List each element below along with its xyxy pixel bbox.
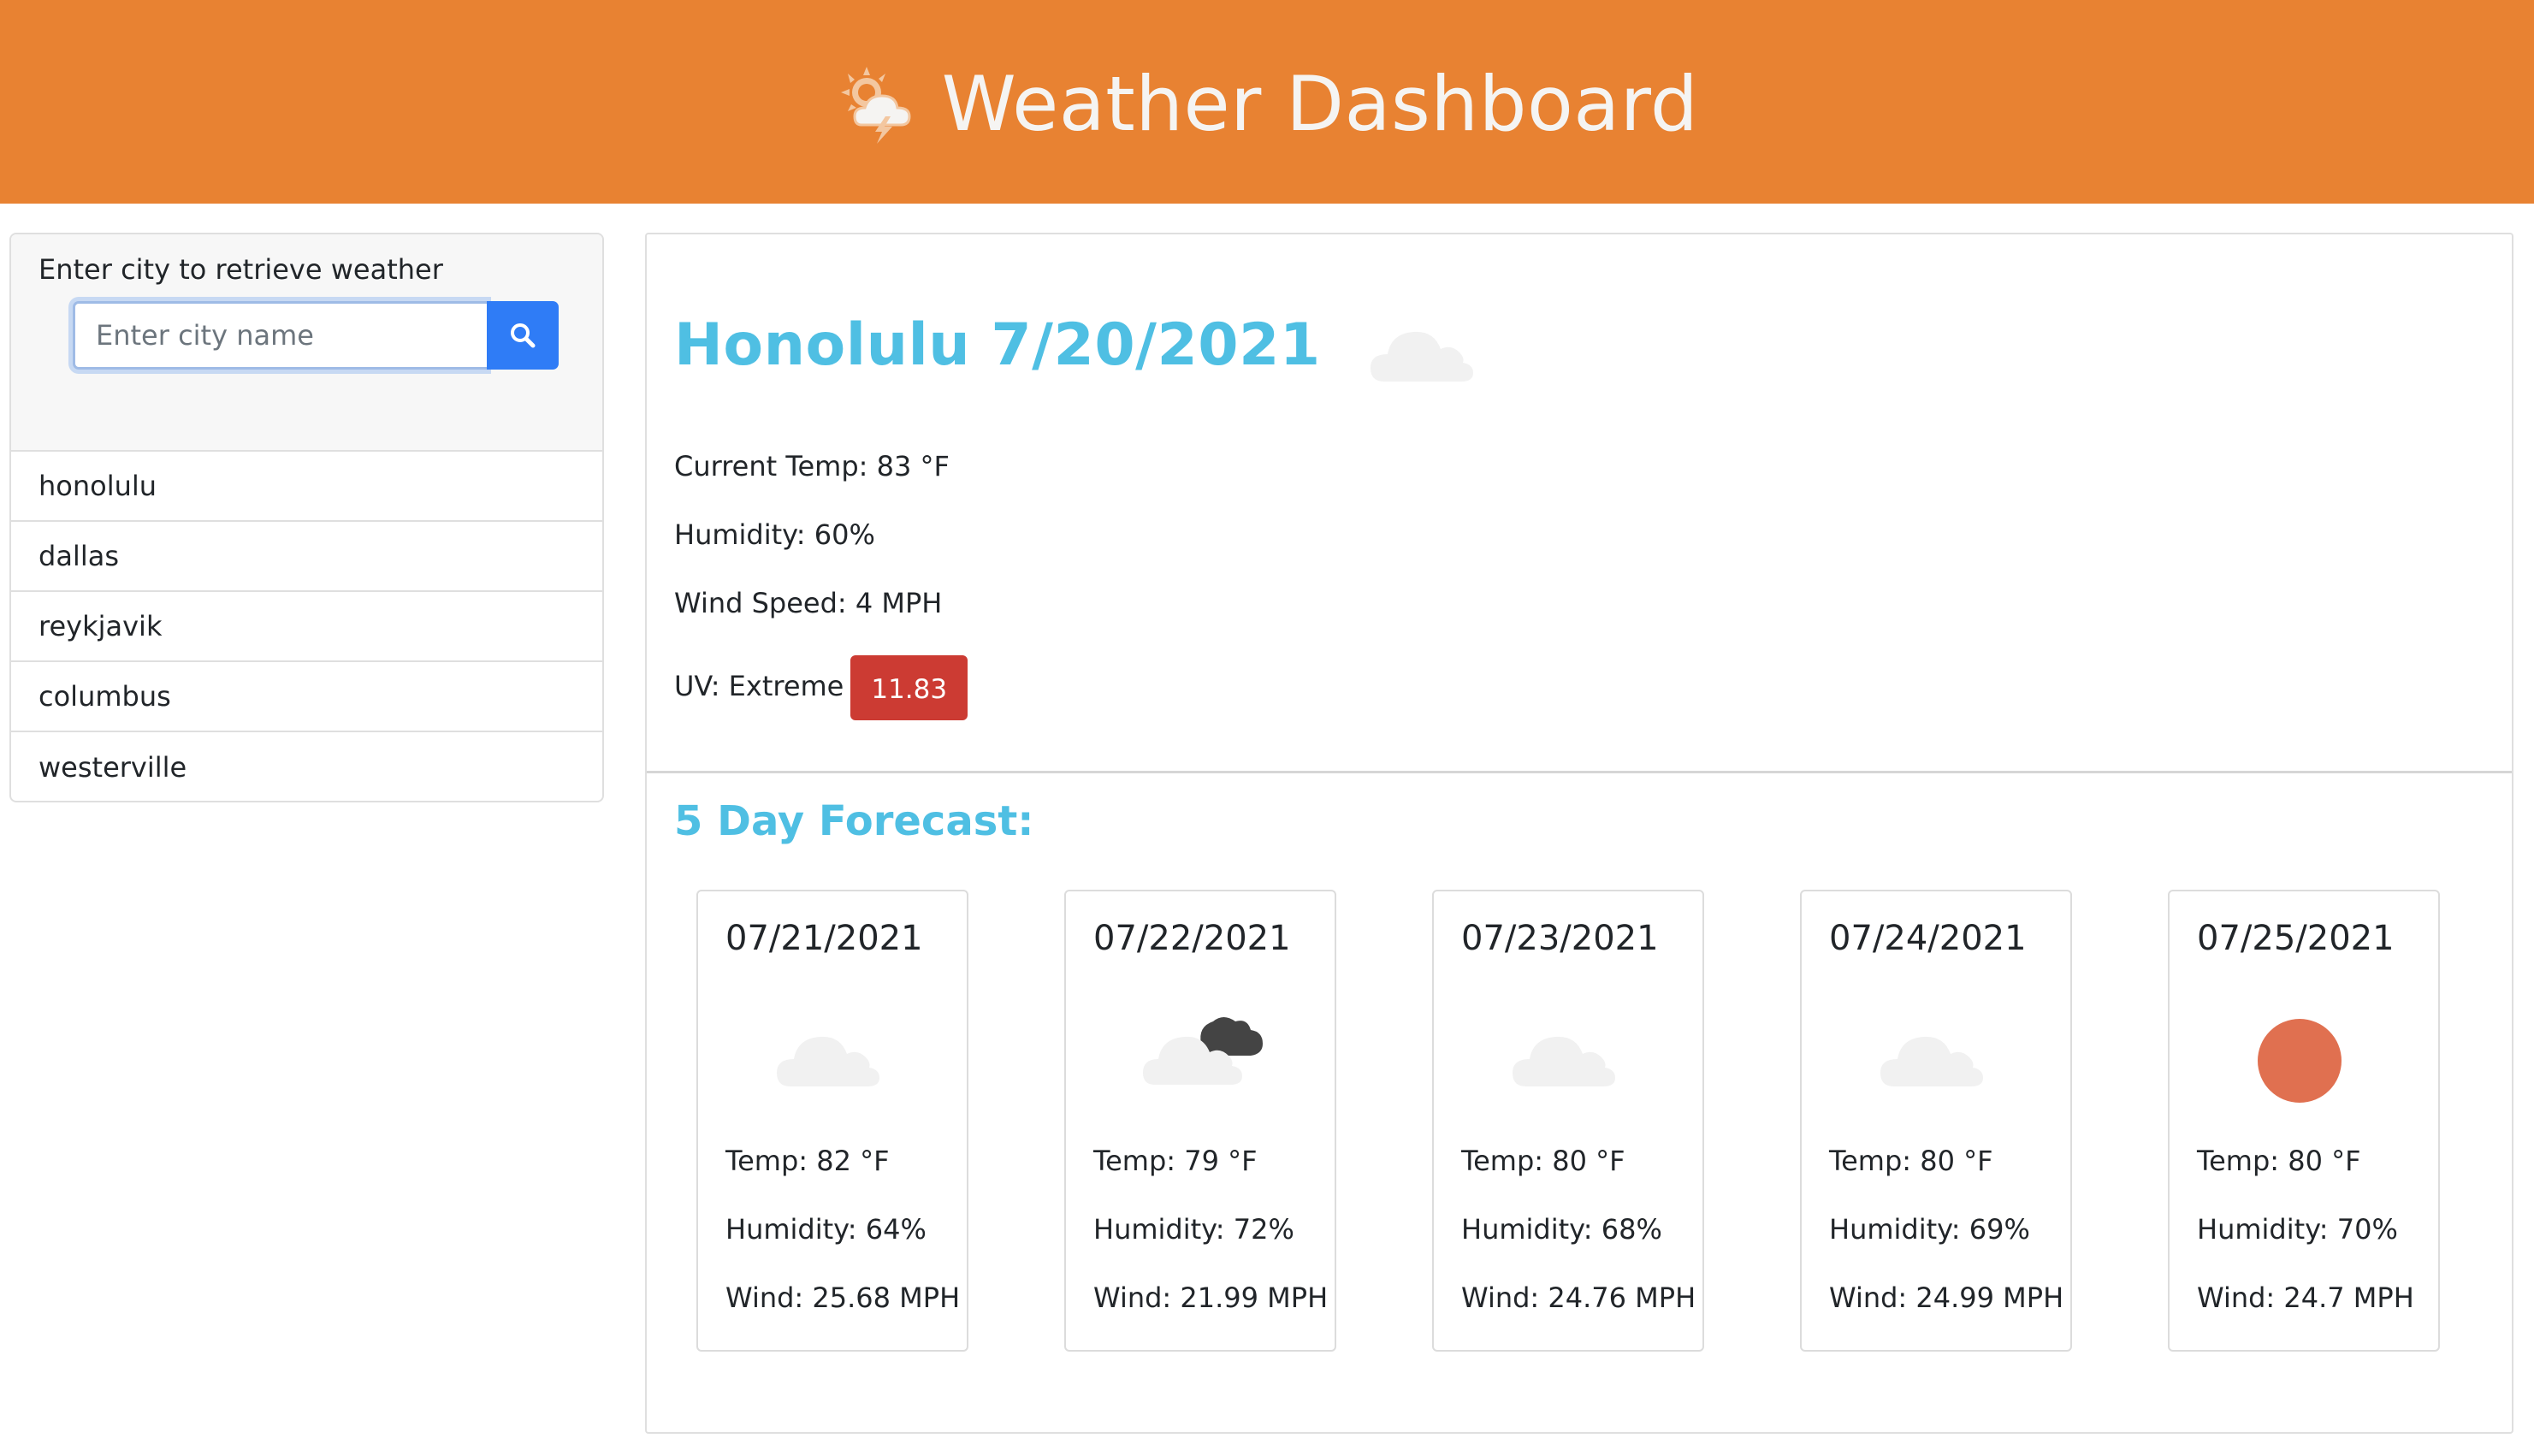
forecast-card: 07/23/2021 Temp: 80 °F Humidity: 68% Win… <box>1432 890 1704 1352</box>
forecast-date: 07/21/2021 <box>725 919 923 958</box>
forecast-wind: Wind: 21.99 MPH <box>1093 1281 1329 1314</box>
history-item-reykjavik[interactable]: reykjavik <box>11 592 602 662</box>
city-title: Honolulu 7/20/2021 <box>674 311 1321 379</box>
weather-main: Honolulu 7/20/2021 Current Temp: 83 °F H… <box>645 233 2513 1434</box>
forecast-cards: 07/21/2021 Temp: 82 °F Humidity: 64% Win… <box>696 890 2440 1352</box>
uv-badge: 11.83 <box>850 655 968 720</box>
forecast-humidity: Humidity: 64% <box>725 1213 927 1246</box>
forecast-wind: Wind: 24.7 MPH <box>2197 1281 2414 1314</box>
forecast-title: 5 Day Forecast: <box>674 797 1034 845</box>
forecast-wind: Wind: 24.99 MPH <box>1829 1281 2064 1314</box>
forecast-card: 07/21/2021 Temp: 82 °F Humidity: 64% Win… <box>696 890 968 1352</box>
forecast-card: 07/22/2021 Temp: 79 °F Humidity: 72% Win… <box>1064 890 1336 1352</box>
search-icon <box>511 323 536 348</box>
forecast-card: 07/25/2021 Temp: 80 °F Humidity: 70% Win… <box>2168 890 2440 1352</box>
forecast-wind: Wind: 24.76 MPH <box>1461 1281 1696 1314</box>
sidebar: Enter city to retrieve weather honolulu … <box>9 233 604 802</box>
forecast-date: 07/24/2021 <box>1829 919 2027 958</box>
current-uv: UV: Extreme 11.83 <box>674 652 968 720</box>
city-title-row: Honolulu 7/20/2021 <box>674 303 2512 387</box>
current-wind: Wind Speed: 4 MPH <box>674 587 943 619</box>
forecast-wind: Wind: 25.68 MPH <box>725 1281 961 1314</box>
cloud-icon <box>1880 1036 1983 1086</box>
history-item-honolulu[interactable]: honolulu <box>11 452 602 522</box>
broken-clouds-icon <box>1143 1017 1263 1085</box>
uv-label: UV: Extreme <box>674 670 844 702</box>
history-item-dallas[interactable]: dallas <box>11 522 602 592</box>
current-temp: Current Temp: 83 °F <box>674 450 950 482</box>
forecast-temp: Temp: 80 °F <box>1829 1145 1993 1177</box>
forecast-card: 07/24/2021 Temp: 80 °F Humidity: 69% Win… <box>1800 890 2072 1352</box>
forecast-temp: Temp: 80 °F <box>1461 1145 1625 1177</box>
current-weather: Honolulu 7/20/2021 Current Temp: 83 °F H… <box>647 234 2512 773</box>
search-panel: Enter city to retrieve weather <box>11 234 602 452</box>
sun-cloud-lightning-icon <box>840 67 911 144</box>
forecast-humidity: Humidity: 68% <box>1461 1213 1662 1246</box>
forecast-humidity: Humidity: 69% <box>1829 1213 2030 1246</box>
forecast-date: 07/25/2021 <box>2197 919 2395 958</box>
forecast-temp: Temp: 82 °F <box>725 1145 890 1177</box>
cloud-icon <box>1370 331 1473 382</box>
search-row <box>73 301 575 370</box>
current-humidity: Humidity: 60% <box>674 518 875 551</box>
forecast-humidity: Humidity: 70% <box>2197 1213 2398 1246</box>
search-button[interactable] <box>487 301 559 370</box>
forecast-date: 07/22/2021 <box>1093 919 1291 958</box>
forecast-humidity: Humidity: 72% <box>1093 1213 1294 1246</box>
forecast-temp: Temp: 80 °F <box>2197 1145 2361 1177</box>
page-title: Weather Dashboard <box>941 60 1699 148</box>
app-header: Weather Dashboard <box>0 0 2534 204</box>
history-item-westerville[interactable]: westerville <box>11 732 602 801</box>
search-input[interactable] <box>73 301 487 370</box>
sun-icon <box>2258 1019 2342 1103</box>
cloud-icon <box>777 1036 879 1086</box>
forecast-date: 07/23/2021 <box>1461 919 1659 958</box>
forecast-temp: Temp: 79 °F <box>1093 1145 1258 1177</box>
history-item-columbus[interactable]: columbus <box>11 662 602 732</box>
header-brand: Weather Dashboard <box>836 63 1698 145</box>
forecast-section: 5 Day Forecast: 07/21/2021 Temp: 82 °F H… <box>647 773 2512 1352</box>
cloud-icon <box>1513 1036 1615 1086</box>
search-label: Enter city to retrieve weather <box>38 253 443 286</box>
